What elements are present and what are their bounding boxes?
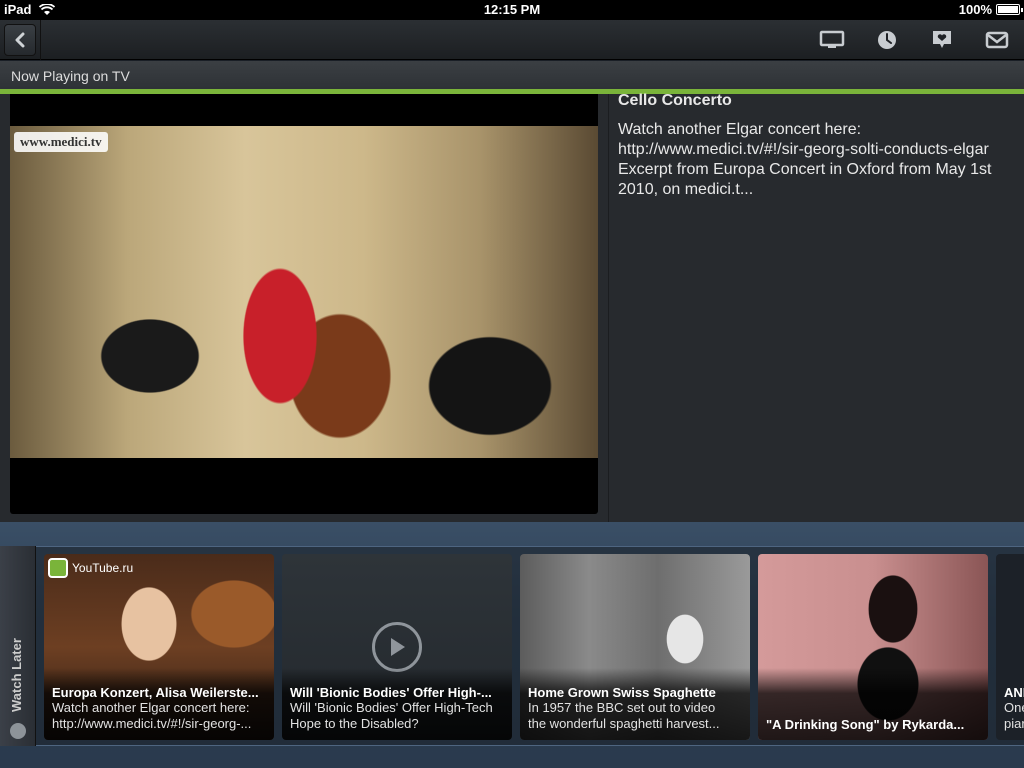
- clock-time: 12:15 PM: [483, 2, 541, 17]
- back-icon: [15, 32, 25, 48]
- card-title: "A Drinking Song" by Rykarda...: [766, 717, 965, 732]
- watch-later-shelf: Watch Later YouTube.ru Europa Konzert, A…: [0, 522, 1024, 768]
- panel-divider: [608, 94, 609, 522]
- video-watermark: www.medici.tv: [14, 132, 108, 152]
- tv-button[interactable]: [804, 20, 859, 60]
- mail-icon: [985, 31, 1008, 49]
- main-panel: www.medici.tv Cello Concerto Watch anoth…: [0, 92, 1024, 522]
- history-button[interactable]: [859, 20, 914, 60]
- video-frame: www.medici.tv: [10, 126, 598, 458]
- toolbar: [0, 20, 1024, 60]
- mail-button[interactable]: [969, 20, 1024, 60]
- video-details: Cello Concerto Watch another Elgar conce…: [618, 92, 1014, 200]
- video-card[interactable]: ANI One piar: [996, 554, 1024, 740]
- source-name: YouTube.ru: [72, 561, 134, 575]
- card-description: One piar: [1004, 700, 1024, 731]
- video-card[interactable]: Home Grown Swiss Spaghette In 1957 the B…: [520, 554, 750, 740]
- card-title: Will 'Bionic Bodies' Offer High-...: [290, 685, 492, 700]
- video-player[interactable]: www.medici.tv: [10, 94, 598, 514]
- video-description: Watch another Elgar concert here: http:/…: [618, 121, 992, 198]
- clock-icon: [877, 31, 896, 49]
- video-card[interactable]: Will 'Bionic Bodies' Offer High-... Will…: [282, 554, 512, 740]
- card-title: Home Grown Swiss Spaghette: [528, 685, 716, 700]
- video-title: Cello Concerto: [618, 92, 732, 109]
- card-description: In 1957 the BBC set out to video the won…: [528, 700, 720, 731]
- video-card[interactable]: "A Drinking Song" by Rykarda...: [758, 554, 988, 740]
- heart-icon: [932, 31, 951, 48]
- toolbar-separator: [40, 20, 41, 60]
- watch-later-clock-icon: [10, 723, 26, 739]
- watch-later-label: Watch Later: [9, 638, 24, 712]
- tv-icon: [819, 30, 844, 48]
- watch-later-list: YouTube.ru Europa Konzert, Alisa Weilers…: [44, 554, 1024, 740]
- battery-icon: [996, 4, 1023, 15]
- card-title: ANI: [1004, 685, 1024, 700]
- source-logo-icon: [48, 558, 68, 578]
- play-icon: [391, 638, 405, 656]
- card-description: Watch another Elgar concert here: http:/…: [52, 700, 252, 731]
- watch-later-tab[interactable]: Watch Later: [0, 546, 36, 746]
- back-button[interactable]: [4, 24, 36, 56]
- battery-percent: 100%: [958, 2, 992, 17]
- play-button[interactable]: [372, 622, 422, 672]
- now-playing-label: Now Playing on TV: [11, 68, 130, 84]
- now-playing-bar: Now Playing on TV: [0, 61, 1024, 89]
- source-badge: YouTube.ru: [48, 558, 133, 578]
- card-title: Europa Konzert, Alisa Weilerste...: [52, 685, 259, 700]
- video-card[interactable]: YouTube.ru Europa Konzert, Alisa Weilers…: [44, 554, 274, 740]
- card-description: Will 'Bionic Bodies' Offer High-Tech Hop…: [290, 700, 493, 731]
- status-bar: iPad 12:15 PM 100%: [0, 0, 1024, 20]
- favorites-button[interactable]: [914, 20, 969, 60]
